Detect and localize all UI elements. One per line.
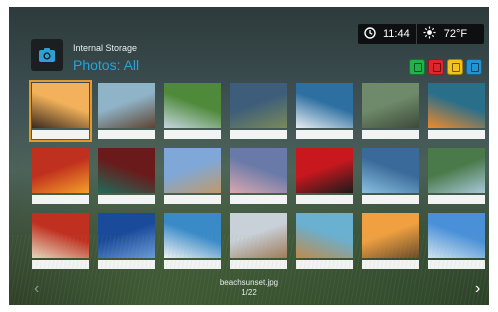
status-divider — [415, 24, 417, 44]
photo-image — [98, 148, 155, 193]
thumbnail-caption-bar — [164, 195, 221, 204]
thumbnail-caption-bar — [98, 195, 155, 204]
clock-icon — [364, 26, 376, 42]
photo-image — [164, 83, 221, 128]
photo-image — [362, 148, 419, 193]
thumbnail-caption-bar — [362, 130, 419, 139]
thumbnail-caption-bar — [296, 260, 353, 269]
thumbnail-caption-bar — [428, 260, 485, 269]
photo-image — [362, 83, 419, 128]
photo-thumbnail[interactable] — [426, 146, 487, 206]
thumbnail-caption-bar — [98, 130, 155, 139]
thumbnail-caption-bar — [230, 260, 287, 269]
photo-thumbnail[interactable] — [294, 146, 355, 206]
page-title: Photos: All — [73, 57, 140, 73]
thumbnail-caption-bar — [32, 130, 89, 139]
photo-thumbnail[interactable] — [294, 81, 355, 141]
yellow-button[interactable] — [447, 59, 463, 75]
photo-thumbnail[interactable] — [426, 81, 487, 141]
thumbnail-caption-bar — [164, 130, 221, 139]
clock-time: 11:44 — [383, 28, 410, 40]
photo-thumbnail[interactable] — [29, 80, 92, 142]
thumbnail-caption-bar — [428, 130, 485, 139]
weather-sun-icon — [423, 26, 436, 42]
photo-thumbnail-grid — [29, 80, 487, 271]
thumbnail-caption-bar — [98, 260, 155, 269]
thumbnail-caption-bar — [296, 130, 353, 139]
photo-image — [428, 148, 485, 193]
photo-image — [98, 83, 155, 128]
photo-image — [296, 213, 353, 258]
selected-filename: beachsunset.jpg — [219, 278, 279, 287]
storage-source-label: Internal Storage — [73, 43, 138, 53]
photo-image — [296, 148, 353, 193]
photo-image — [32, 83, 89, 128]
photo-image — [32, 213, 89, 258]
photo-image — [98, 213, 155, 258]
photo-image — [428, 213, 485, 258]
photo-thumbnail[interactable] — [162, 81, 223, 141]
photo-thumbnail[interactable] — [162, 211, 223, 271]
photo-image — [230, 148, 287, 193]
temperature: 72°F — [443, 28, 468, 40]
photo-thumbnail[interactable] — [228, 81, 289, 141]
photo-image — [428, 83, 485, 128]
photo-thumbnail[interactable] — [294, 211, 355, 271]
thumbnail-caption-bar — [362, 195, 419, 204]
red-button[interactable] — [428, 59, 444, 75]
photo-thumbnail[interactable] — [360, 211, 421, 271]
photo-thumbnail[interactable] — [426, 211, 487, 271]
photo-thumbnail[interactable] — [96, 146, 157, 206]
photo-image — [230, 213, 287, 258]
photo-image — [362, 213, 419, 258]
next-page-arrow[interactable]: › — [475, 281, 480, 297]
thumbnail-caption-bar — [164, 260, 221, 269]
thumbnail-caption-bar — [230, 130, 287, 139]
photo-thumbnail[interactable] — [96, 211, 157, 271]
photo-thumbnail[interactable] — [30, 146, 91, 206]
thumbnail-caption-bar — [32, 195, 89, 204]
photo-browser-screen: Internal Storage Photos: All 11:44 72°F … — [9, 7, 489, 305]
blue-button[interactable] — [466, 59, 482, 75]
thumbnail-caption-bar — [428, 195, 485, 204]
photo-thumbnail[interactable] — [360, 81, 421, 141]
thumbnail-caption-bar — [230, 195, 287, 204]
photo-image — [32, 148, 89, 193]
photo-image — [164, 213, 221, 258]
photo-thumbnail[interactable] — [228, 146, 289, 206]
thumbnail-caption-bar — [32, 260, 89, 269]
green-button[interactable] — [409, 59, 425, 75]
page-counter: 1/22 — [241, 288, 257, 297]
thumbnail-caption-bar — [362, 260, 419, 269]
thumbnail-caption-bar — [296, 195, 353, 204]
photo-image — [164, 148, 221, 193]
photo-thumbnail[interactable] — [30, 211, 91, 271]
status-bar: 11:44 72°F — [358, 24, 484, 44]
photo-thumbnail[interactable] — [360, 146, 421, 206]
photo-thumbnail[interactable] — [162, 146, 223, 206]
remote-color-buttons — [409, 59, 482, 75]
photo-image — [230, 83, 287, 128]
photo-thumbnail[interactable] — [96, 81, 157, 141]
camera-icon — [31, 39, 63, 71]
photo-image — [296, 83, 353, 128]
photo-thumbnail[interactable] — [228, 211, 289, 271]
